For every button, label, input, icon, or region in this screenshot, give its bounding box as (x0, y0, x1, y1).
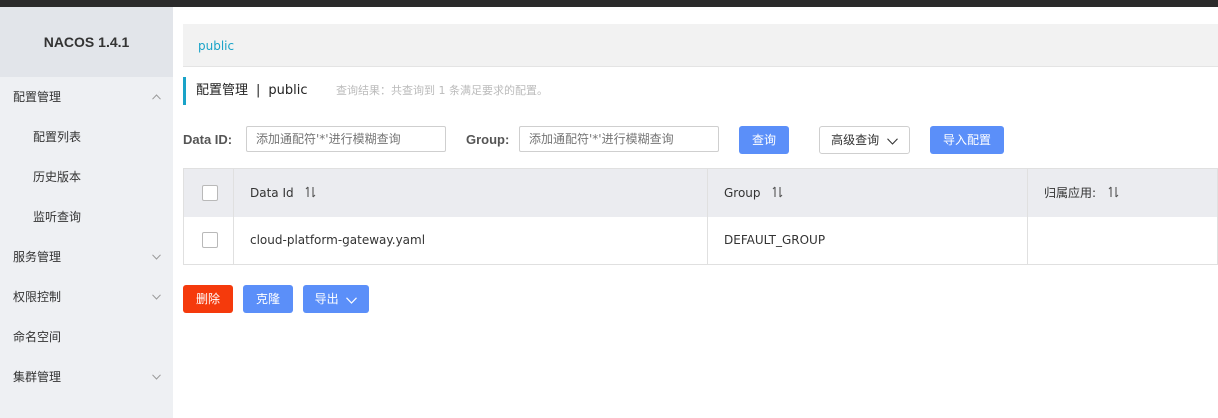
delete-button[interactable]: 删除 (183, 285, 233, 313)
sidebar: NACOS 1.4.1 配置管理 配置列表 历史版本 监听查询 服务管理 权限控… (0, 7, 173, 418)
advanced-query-label: 高级查询 (831, 133, 880, 147)
import-config-button[interactable]: 导入配置 (930, 126, 1004, 154)
chevron-down-icon (151, 277, 161, 317)
table-header: Data Id Group 归属应用: (184, 169, 1217, 218)
top-bar (0, 0, 1218, 7)
main-content: public 配置管理 | public 查询结果：共查询到 1 条满足要求的配置。… (173, 7, 1218, 418)
sidebar-item-label: 历史版本 (33, 170, 82, 184)
cell-group: DEFAULT_GROUP (708, 217, 1028, 264)
query-result-text: 查询结果：共查询到 1 条满足要求的配置。 (336, 84, 548, 97)
clone-button-label: 克隆 (255, 292, 280, 306)
sidebar-item-label: 集群管理 (13, 370, 62, 384)
query-button-label: 查询 (751, 133, 776, 147)
sidebar-item-namespace[interactable]: 命名空间 (0, 317, 173, 357)
header-data-id-label: Data Id (250, 186, 294, 200)
sidebar-item-label: 权限控制 (13, 290, 62, 304)
group-value: DEFAULT_GROUP (724, 233, 826, 247)
row-checkbox[interactable] (202, 232, 218, 248)
chevron-up-icon (151, 77, 161, 117)
sidebar-item-label: 配置列表 (33, 130, 82, 144)
data-id-value: cloud-platform-gateway.yaml (250, 233, 426, 247)
header-group[interactable]: Group (708, 169, 1028, 217)
page-title-bar: 配置管理 | public 查询结果：共查询到 1 条满足要求的配置。 (183, 77, 548, 105)
namespace-bar: public (183, 24, 1218, 67)
page-title: 配置管理 | public (196, 77, 308, 105)
title-separator: | (256, 83, 261, 98)
sidebar-item-service-management[interactable]: 服务管理 (0, 237, 173, 277)
import-config-label: 导入配置 (942, 133, 991, 147)
table-row[interactable]: cloud-platform-gateway.yaml DEFAULT_GROU… (184, 217, 1217, 264)
namespace-link[interactable]: public (198, 24, 234, 68)
sidebar-item-config-management[interactable]: 配置管理 (0, 77, 173, 117)
cell-data-id: cloud-platform-gateway.yaml (234, 217, 708, 264)
group-label: Group: (466, 132, 510, 147)
page-title-text: 配置管理 (196, 83, 249, 98)
group-input[interactable] (519, 126, 719, 152)
sidebar-item-label: 命名空间 (13, 330, 62, 344)
row-checkbox-cell (184, 217, 234, 264)
chevron-down-icon (887, 128, 898, 154)
brand-logo: NACOS 1.4.1 (0, 7, 173, 77)
sort-icon[interactable] (772, 170, 783, 218)
sidebar-item-label: 监听查询 (33, 210, 82, 224)
sidebar-item-listener-query[interactable]: 监听查询 (0, 197, 173, 237)
chevron-down-icon (346, 286, 358, 314)
chevron-down-icon (151, 357, 161, 397)
clone-button[interactable]: 克隆 (243, 285, 293, 313)
sidebar-item-permission-control[interactable]: 权限控制 (0, 277, 173, 317)
header-app[interactable]: 归属应用: (1028, 169, 1218, 217)
sort-icon[interactable] (305, 170, 316, 218)
advanced-query-button[interactable]: 高级查询 (819, 126, 910, 154)
sidebar-item-label: 服务管理 (13, 250, 62, 264)
config-table: Data Id Group 归属应用: cloud-platform-gatew… (183, 168, 1218, 265)
query-button[interactable]: 查询 (739, 126, 789, 154)
data-id-input[interactable] (246, 126, 446, 152)
export-button-label: 导出 (314, 292, 339, 306)
delete-button-label: 删除 (195, 292, 220, 306)
sidebar-item-config-list[interactable]: 配置列表 (0, 117, 173, 157)
sidebar-item-label: 配置管理 (13, 90, 62, 104)
header-checkbox-cell (184, 169, 234, 217)
export-button[interactable]: 导出 (303, 285, 369, 313)
header-group-label: Group (724, 186, 761, 200)
sidebar-item-history[interactable]: 历史版本 (0, 157, 173, 197)
select-all-checkbox[interactable] (202, 185, 218, 201)
data-id-label: Data ID: (183, 132, 233, 147)
page-title-namespace: public (268, 83, 308, 98)
cell-app (1028, 217, 1218, 264)
sidebar-item-cluster-management[interactable]: 集群管理 (0, 357, 173, 397)
chevron-down-icon (151, 237, 161, 277)
sort-icon[interactable] (1108, 170, 1119, 218)
header-app-label: 归属应用: (1044, 186, 1097, 200)
header-data-id[interactable]: Data Id (234, 169, 708, 217)
